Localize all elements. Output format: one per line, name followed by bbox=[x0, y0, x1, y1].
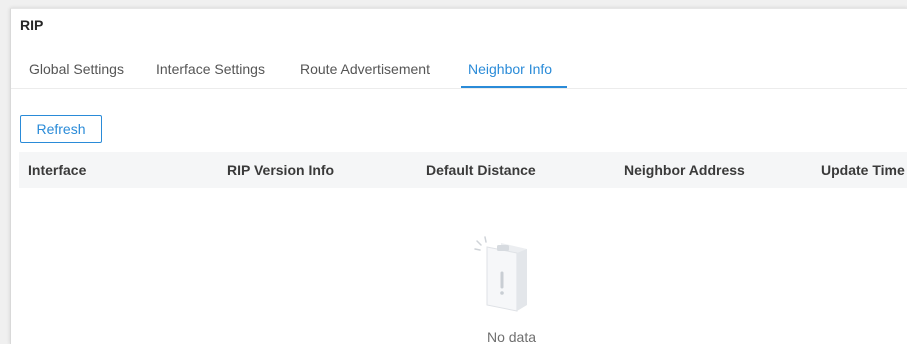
tab-route-advertisement[interactable]: Route Advertisement bbox=[300, 61, 430, 77]
table-header: Interface RIP Version Info Default Dista… bbox=[19, 152, 907, 188]
active-tab-indicator bbox=[461, 86, 567, 88]
tab-interface-settings[interactable]: Interface Settings bbox=[156, 61, 265, 77]
empty-state-text: No data bbox=[486, 329, 537, 344]
tab-bar: Global Settings Interface Settings Route… bbox=[11, 53, 907, 89]
column-header-rip-version-info[interactable]: RIP Version Info bbox=[227, 162, 334, 178]
column-header-update-time[interactable]: Update Time bbox=[821, 162, 905, 178]
tab-neighbor-info[interactable]: Neighbor Info bbox=[468, 61, 552, 77]
column-header-interface[interactable]: Interface bbox=[28, 162, 86, 178]
page-title: RIP bbox=[20, 17, 44, 33]
column-header-default-distance[interactable]: Default Distance bbox=[426, 162, 536, 178]
tab-global-settings[interactable]: Global Settings bbox=[29, 61, 124, 77]
column-header-neighbor-address[interactable]: Neighbor Address bbox=[624, 162, 745, 178]
rip-page: RIP Global Settings Interface Settings R… bbox=[10, 8, 907, 344]
empty-clipboard-icon bbox=[474, 236, 527, 312]
refresh-button[interactable]: Refresh bbox=[20, 115, 102, 143]
